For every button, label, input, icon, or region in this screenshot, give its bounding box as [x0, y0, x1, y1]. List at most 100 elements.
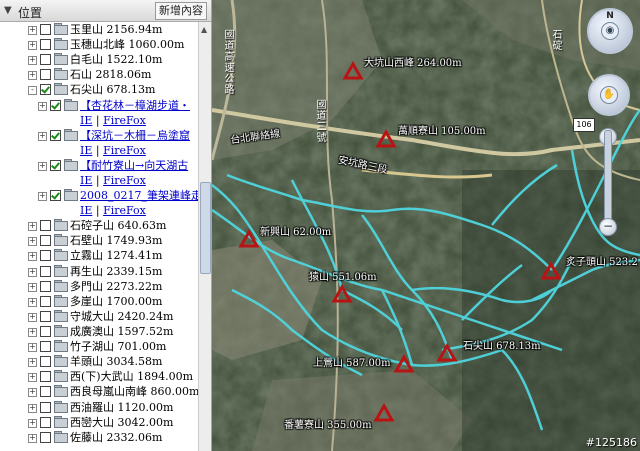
- folder-icon: [54, 234, 68, 246]
- route-link[interactable]: 【深坑－木柵－烏塗窟: [80, 128, 190, 143]
- tree-child[interactable]: + 【杏花林－樟湖步道・: [0, 98, 198, 113]
- tree-item[interactable]: + 石山 2818.06m: [0, 67, 198, 82]
- add-content-button[interactable]: 新增內容: [155, 2, 207, 20]
- visibility-checkbox[interactable]: [40, 54, 51, 65]
- expand-icon[interactable]: +: [28, 388, 37, 397]
- ie-link[interactable]: IE: [80, 144, 92, 157]
- tree-item[interactable]: + 羊頭山 3034.58m: [0, 354, 198, 369]
- expand-icon[interactable]: +: [28, 313, 37, 322]
- visibility-checkbox[interactable]: [40, 311, 51, 322]
- hand-icon[interactable]: ✋: [600, 86, 618, 104]
- expand-icon[interactable]: +: [28, 237, 37, 246]
- route-link[interactable]: 【杏花林－樟湖步道・: [80, 98, 190, 113]
- tree-item[interactable]: + 西油羅山 1120.00m: [0, 400, 198, 415]
- map-view[interactable]: 國道高速公路 國道三號 石碇 台北聯絡線 安坑路三段 大坑山西峰 264.00m…: [212, 0, 640, 451]
- expand-icon[interactable]: +: [28, 419, 37, 428]
- scrollbar-thumb[interactable]: [200, 182, 211, 274]
- visibility-checkbox[interactable]: [40, 39, 51, 50]
- visibility-checkbox[interactable]: [50, 100, 61, 111]
- visibility-checkbox[interactable]: [40, 417, 51, 428]
- expand-icon[interactable]: +: [38, 162, 47, 171]
- expand-icon[interactable]: +: [28, 328, 37, 337]
- ie-link[interactable]: IE: [80, 114, 92, 127]
- tree-item[interactable]: + 多門山 2273.22m: [0, 279, 198, 294]
- expand-icon[interactable]: +: [28, 222, 37, 231]
- collapse-triangle-icon[interactable]: ▼: [4, 5, 12, 16]
- ie-link[interactable]: IE: [80, 174, 92, 187]
- visibility-checkbox[interactable]: [40, 386, 51, 397]
- tree-item[interactable]: + 再生山 2339.15m: [0, 264, 198, 279]
- ie-link[interactable]: IE: [80, 204, 92, 217]
- firefox-link[interactable]: FireFox: [103, 114, 146, 127]
- visibility-checkbox[interactable]: [40, 69, 51, 80]
- tree-item[interactable]: + 守城大山 2420.24m: [0, 309, 198, 324]
- collapse-icon[interactable]: -: [28, 86, 37, 95]
- expand-icon[interactable]: +: [28, 268, 37, 277]
- visibility-checkbox[interactable]: [50, 160, 61, 171]
- visibility-checkbox[interactable]: [40, 341, 51, 352]
- tree-item[interactable]: + 多崖山 1700.00m: [0, 294, 198, 309]
- eye-icon[interactable]: ◉: [601, 22, 619, 40]
- visibility-checkbox[interactable]: [40, 235, 51, 246]
- expand-icon[interactable]: +: [28, 434, 37, 443]
- expand-icon[interactable]: +: [28, 373, 37, 382]
- folder-icon: [54, 23, 68, 35]
- expand-icon[interactable]: +: [38, 102, 47, 111]
- visibility-checkbox[interactable]: [40, 281, 51, 292]
- zoom-slider[interactable]: [604, 130, 612, 224]
- visibility-checkbox[interactable]: [40, 250, 51, 261]
- visibility-checkbox[interactable]: [50, 190, 61, 201]
- panel-scrollbar[interactable]: ▲: [198, 22, 211, 451]
- visibility-checkbox[interactable]: [40, 84, 51, 95]
- tree-item[interactable]: + 西良母嵐山南峰 860.00m: [0, 384, 198, 399]
- tree-item[interactable]: + 白毛山 1522.10m: [0, 52, 198, 67]
- tree-child[interactable]: + 【耐竹寮山→向天湖古: [0, 158, 198, 173]
- route-link[interactable]: 2008_0217_筆架連峰走二: [80, 188, 198, 203]
- expand-icon[interactable]: +: [28, 41, 37, 50]
- visibility-checkbox[interactable]: [40, 371, 51, 382]
- expand-icon[interactable]: +: [28, 358, 37, 367]
- expand-icon[interactable]: +: [28, 283, 37, 292]
- look-control[interactable]: N ◉: [587, 8, 633, 54]
- route-link[interactable]: 【耐竹寮山→向天湖古: [80, 158, 188, 173]
- expand-icon[interactable]: +: [28, 298, 37, 307]
- visibility-checkbox[interactable]: [40, 296, 51, 307]
- visibility-checkbox[interactable]: [40, 266, 51, 277]
- tree-item-open[interactable]: - 石尖山 678.13m: [0, 82, 198, 97]
- tree-item[interactable]: + 玉穗山北峰 1060.00m: [0, 37, 198, 52]
- expand-icon[interactable]: +: [28, 26, 37, 35]
- tree-item[interactable]: + 成廣澳山 1597.52m: [0, 324, 198, 339]
- expand-icon[interactable]: +: [28, 56, 37, 65]
- tree-item[interactable]: + 竹子湖山 701.00m: [0, 339, 198, 354]
- firefox-link[interactable]: FireFox: [103, 174, 146, 187]
- expand-icon[interactable]: +: [28, 252, 37, 261]
- visibility-checkbox[interactable]: [40, 356, 51, 367]
- tree-item[interactable]: + 佐藤山 2332.06m: [0, 430, 198, 445]
- expand-icon[interactable]: +: [38, 132, 47, 141]
- zoom-out-button[interactable]: −: [599, 218, 617, 236]
- firefox-link[interactable]: FireFox: [103, 144, 146, 157]
- expand-icon[interactable]: +: [28, 404, 37, 413]
- tree-item[interactable]: + 立霧山 1274.41m: [0, 248, 198, 263]
- tree-item[interactable]: + 石硿子山 640.63m: [0, 218, 198, 233]
- visibility-checkbox[interactable]: [40, 402, 51, 413]
- tree-item[interactable]: + 西(下)大武山 1894.00m: [0, 369, 198, 384]
- summit-label-7: 石尖山 678.13m: [463, 341, 541, 352]
- firefox-link[interactable]: FireFox: [103, 204, 146, 217]
- expand-icon[interactable]: +: [38, 192, 47, 201]
- visibility-checkbox[interactable]: [40, 432, 51, 443]
- visibility-checkbox[interactable]: [40, 24, 51, 35]
- visibility-checkbox[interactable]: [50, 130, 61, 141]
- expand-icon[interactable]: +: [28, 343, 37, 352]
- tree-item[interactable]: + 西巒大山 3042.00m: [0, 415, 198, 430]
- tree-child[interactable]: + 【深坑－木柵－烏塗窟: [0, 128, 198, 143]
- visibility-checkbox[interactable]: [40, 326, 51, 337]
- tree-item[interactable]: + 玉里山 2156.94m: [0, 22, 198, 37]
- expand-icon[interactable]: +: [28, 71, 37, 80]
- move-control[interactable]: ✋: [588, 74, 630, 116]
- scroll-up-icon[interactable]: ▲: [201, 25, 207, 34]
- tree-child[interactable]: +2008_0217_筆架連峰走二: [0, 188, 198, 203]
- visibility-checkbox[interactable]: [40, 220, 51, 231]
- tree-item[interactable]: + 石壁山 1749.93m: [0, 233, 198, 248]
- panel-title: 位置: [18, 6, 43, 20]
